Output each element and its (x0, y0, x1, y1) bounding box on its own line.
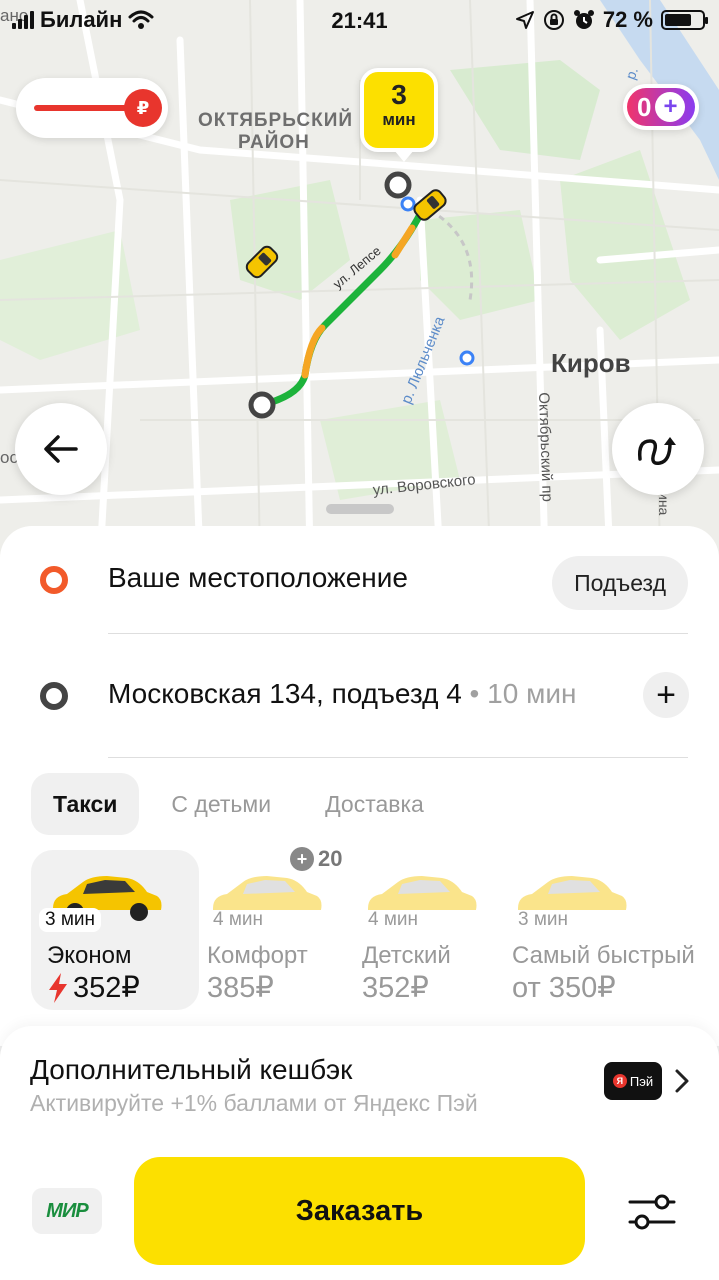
tariff-price: 352₽ (73, 972, 140, 1004)
destination-row[interactable]: Московская 134, подъезд 4 • 10 мин + (0, 634, 719, 758)
map-edge-label: ина (656, 492, 672, 516)
yandex-pay-label: Пэй (629, 1073, 654, 1089)
back-button[interactable] (15, 403, 107, 495)
tariff-price: 352₽ (362, 972, 429, 1004)
sliders-icon (628, 1194, 676, 1230)
tariff-eta: 4 мин (213, 909, 264, 930)
plus-points-button[interactable]: 0 + (623, 84, 699, 130)
add-stop-button[interactable]: + (643, 672, 689, 718)
tariff-card-comfort[interactable]: 4 мин Комфорт 385₽ (191, 850, 341, 1010)
route-end-marker (384, 171, 412, 199)
route-start-marker (248, 391, 276, 419)
category-tabs: Такси С детьми Доставка (31, 773, 456, 835)
chevron-right-icon (675, 1069, 689, 1093)
ruble-lightning-icon: ₽ (124, 89, 162, 127)
cashback-subtitle: Активируйте +1% баллами от Яндекс Пэй (30, 1090, 478, 1116)
plus-points-count: 0 (637, 91, 652, 122)
destination-dot-icon (40, 682, 68, 710)
tariff-card-kids[interactable]: 4 мин Детский 352₽ (346, 850, 496, 1010)
yandex-plus-icon: + (655, 92, 686, 122)
map-view[interactable]: ОКТЯБРЬСКИЙ РАЙОН Киров ул. Лепсе р. Люл… (0, 0, 719, 560)
pickup-dot-icon (40, 566, 68, 594)
destination-time: • 10 мин (461, 678, 577, 709)
city-label: Киров (551, 348, 631, 378)
tariff-name: Комфорт (207, 942, 308, 969)
cashback-banner[interactable]: Дополнительный кешбэк Активируйте +1% ба… (0, 1026, 719, 1146)
yandex-logo-icon: Я (612, 1074, 627, 1088)
tariff-card-econom[interactable]: 3 мин Эконом 352₽ (31, 850, 199, 1010)
surge-bar (34, 105, 134, 111)
surge-indicator-button[interactable]: ₽ (16, 78, 168, 138)
entrance-button[interactable]: Подъезд (552, 556, 688, 610)
yandex-pay-icon: Я Пэй (604, 1062, 662, 1100)
pickup-row[interactable]: Ваше местоположение Подъезд (0, 526, 719, 634)
district-label: ОКТЯБРЬСКИЙ (198, 110, 354, 131)
orientation-lock-icon (543, 10, 564, 30)
district-label-line2: РАЙОН (238, 132, 310, 153)
tariff-name: Самый быстрый (512, 942, 695, 969)
payment-method-button[interactable]: МИР (32, 1188, 102, 1234)
pickup-eta-bubble: 3 мин (360, 68, 438, 162)
order-button[interactable]: Заказать (134, 1157, 585, 1265)
destination-address: Московская 134, подъезд 4 (108, 678, 462, 709)
tariff-name: Эконом (47, 942, 132, 969)
eta-value: 3 (391, 79, 407, 110)
order-options-button[interactable] (626, 1190, 678, 1234)
route-icon (637, 437, 676, 466)
bottom-action-bar: МИР Заказать (0, 1146, 719, 1280)
pickup-address: Ваше местоположение (108, 562, 408, 593)
tariff-name: Детский (362, 942, 451, 969)
sheet-drag-handle[interactable] (326, 504, 394, 514)
tab-kids[interactable]: С детьми (149, 773, 293, 835)
battery-percent: 72 % (602, 7, 653, 32)
alarm-icon (573, 10, 594, 29)
mir-card-logo: МИР (46, 1199, 88, 1222)
tariff-eta: 3 мин (518, 909, 569, 930)
tab-taxi[interactable]: Такси (31, 773, 140, 835)
eta-unit: мин (382, 110, 416, 129)
tariff-eta: 4 мин (368, 909, 419, 930)
tariff-list: + 20 3 мин Эконом 352₽ 4 мин Комфорт 385… (0, 846, 719, 1014)
cashback-title: Дополнительный кешбэк (30, 1054, 353, 1085)
tariff-price: от 350₽ (512, 972, 616, 1004)
status-bar: Билайн 21:41 72 % (0, 0, 719, 40)
divider (108, 757, 688, 758)
arrow-left-icon (44, 435, 78, 463)
tariff-card-fastest[interactable]: 3 мин Самый быстрый от 350₽ (496, 850, 711, 1010)
tariff-price: 385₽ (207, 972, 274, 1004)
surge-lightning-icon (49, 972, 67, 1003)
plus-icon: + (656, 676, 676, 714)
battery-icon (661, 10, 708, 30)
location-arrow-icon (515, 11, 534, 29)
tab-delivery[interactable]: Доставка (303, 773, 446, 835)
tariff-eta: 3 мин (39, 908, 102, 932)
route-overview-button[interactable] (612, 403, 704, 495)
order-sheet: Ваше местоположение Подъезд Московская 1… (0, 526, 719, 1046)
